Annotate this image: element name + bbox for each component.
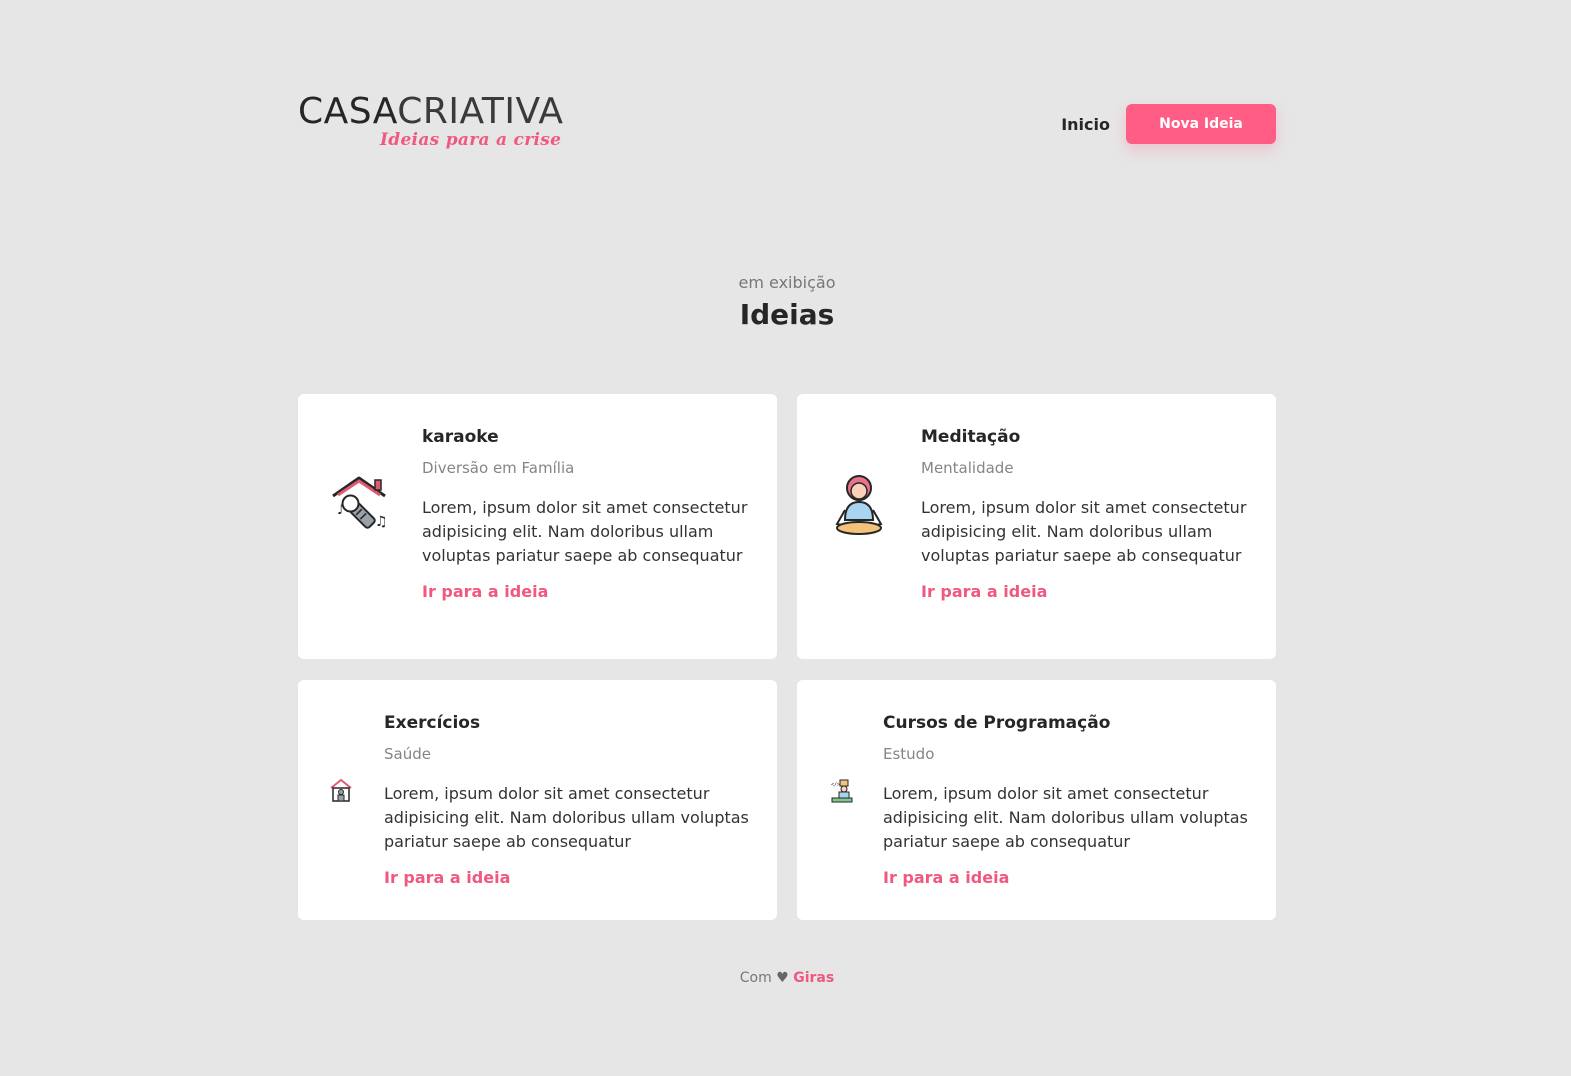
idea-category: Mentalidade — [921, 459, 1014, 477]
logo-title-light: CRIATIVA — [397, 91, 564, 132]
idea-card: Meditação Mentalidade Lorem, ipsum dolor… — [797, 394, 1276, 659]
idea-link[interactable]: Ir para a ideia — [422, 582, 748, 602]
idea-title: karaoke — [422, 427, 499, 447]
idea-description: Lorem, ipsum dolor sit amet consectetur … — [883, 784, 1248, 851]
main-nav: Inicio Nova Ideia — [1061, 104, 1276, 144]
idea-title: Exercícios — [384, 713, 481, 733]
svg-text:♪: ♪ — [337, 503, 345, 518]
idea-link[interactable]: Ir para a ideia — [883, 868, 1249, 888]
idea-card-body: Cursos de Programação Estudo Lorem, ipsu… — [883, 712, 1249, 888]
nav-home-link[interactable]: Inicio — [1061, 115, 1110, 134]
idea-link[interactable]: Ir para a ideia — [921, 582, 1247, 602]
heart-icon: ♥ — [776, 970, 789, 986]
idea-title: Meditação — [921, 427, 1021, 447]
idea-link[interactable]: Ir para a ideia — [384, 868, 750, 888]
section-subtitle: em exibição — [738, 273, 836, 292]
idea-card-body: Exercícios Saúde Lorem, ipsum dolor sit … — [384, 712, 750, 888]
section-title: Ideias — [739, 298, 835, 331]
footer-author-link[interactable]: Giras — [793, 970, 834, 986]
idea-category: Diversão em Família — [422, 459, 575, 477]
idea-description: Lorem, ipsum dolor sit amet consectetur … — [422, 498, 748, 565]
idea-card-body: karaoke Diversão em Família Lorem, ipsum… — [422, 426, 748, 602]
idea-card: Exercícios Saúde Lorem, ipsum dolor sit … — [298, 680, 777, 920]
meditation-icon — [831, 472, 887, 538]
home-exercise-icon — [329, 778, 353, 804]
idea-category: Saúde — [384, 745, 431, 763]
karaoke-house-icon: ♪ ♫ — [329, 474, 391, 536]
section-heading: em exibição Ideias — [298, 272, 1276, 331]
svg-text:</>: </> — [831, 782, 840, 788]
footer-prefix: Com — [739, 970, 772, 986]
logo-title: CASACRIATIVA — [298, 92, 563, 132]
logo[interactable]: CASACRIATIVA Ideias para a crise — [298, 92, 590, 154]
svg-text:♫: ♫ — [375, 514, 388, 530]
idea-title: Cursos de Programação — [883, 713, 1111, 733]
idea-description: Lorem, ipsum dolor sit amet consectetur … — [384, 784, 749, 851]
header: CASACRIATIVA Ideias para a crise Inicio … — [298, 92, 1276, 156]
logo-title-bold: CASA — [298, 91, 398, 132]
idea-description: Lorem, ipsum dolor sit amet consectetur … — [921, 498, 1247, 565]
logo-tagline: Ideias para a crise — [380, 130, 562, 150]
idea-card: ♪ ♫ karaoke Diversão em Família Lorem, i… — [298, 394, 777, 659]
idea-category: Estudo — [883, 745, 935, 763]
idea-card: </> Cursos de Programação Estudo Lorem, … — [797, 680, 1276, 920]
idea-card-body: Meditação Mentalidade Lorem, ipsum dolor… — [921, 426, 1247, 602]
programming-desk-icon: </> — [830, 778, 854, 804]
new-idea-button[interactable]: Nova Ideia — [1126, 104, 1276, 144]
footer: Com ♥ Giras — [298, 970, 1276, 986]
